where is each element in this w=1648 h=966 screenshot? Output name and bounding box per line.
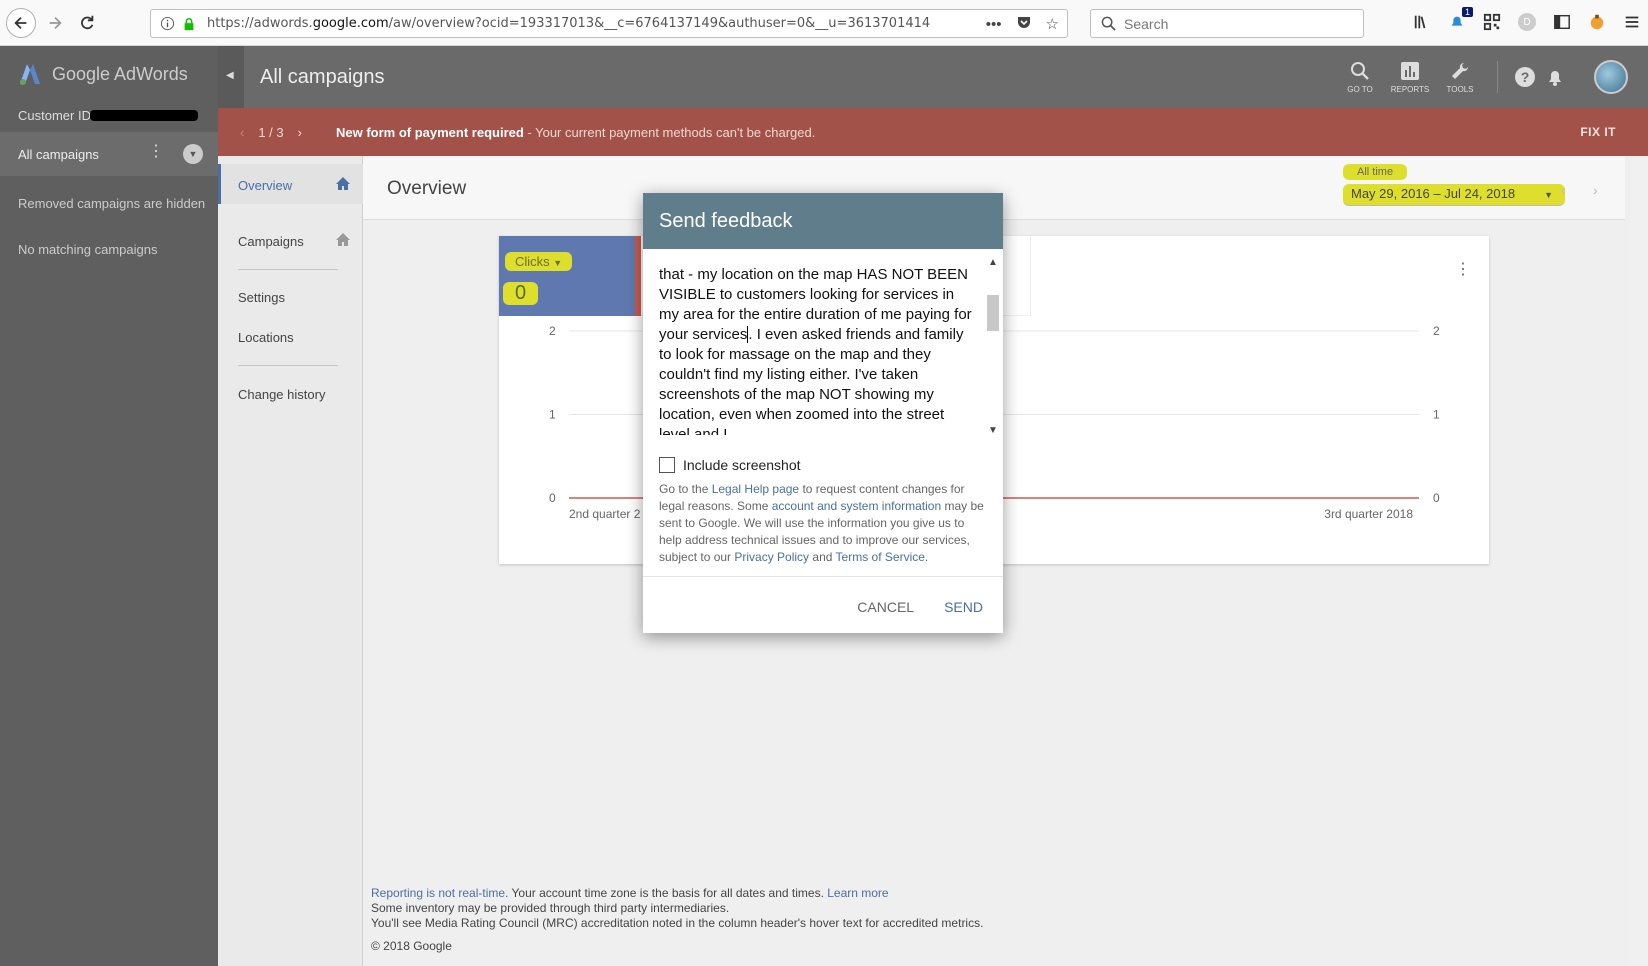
send-button[interactable]: SEND (944, 599, 983, 615)
back-button[interactable] (6, 8, 36, 38)
include-screenshot-row[interactable]: Include screenshot (659, 457, 801, 473)
page-actions-icon[interactable]: ••• (986, 16, 1002, 33)
hamburger-menu-icon[interactable] (1622, 12, 1642, 32)
privacy-policy-link[interactable]: Privacy Policy (734, 550, 809, 564)
dialog-title: Send feedback (643, 193, 1003, 249)
lock-icon (181, 16, 197, 32)
extension-d-icon[interactable]: D (1517, 12, 1537, 32)
pocket-icon[interactable] (1016, 14, 1032, 34)
forward-button[interactable] (40, 8, 70, 38)
cancel-button[interactable]: CANCEL (857, 599, 914, 615)
info-icon[interactable] (159, 16, 175, 32)
send-feedback-dialog: Send feedback that - my location on the … (643, 193, 1003, 633)
feedback-textarea[interactable]: that - my location on the map HAS NOT BE… (659, 265, 977, 435)
dialog-divider (643, 576, 1003, 577)
notification-extension-icon[interactable]: 1 (1447, 7, 1473, 32)
reload-button[interactable] (72, 8, 102, 38)
legal-help-link[interactable]: Legal Help page (712, 482, 799, 496)
terms-of-service-link[interactable]: Terms of Service (836, 550, 925, 564)
browser-toolbar: https://adwords.google.com/aw/overview?o… (0, 0, 1648, 46)
reload-icon (81, 15, 94, 30)
include-screenshot-checkbox[interactable] (659, 457, 675, 473)
extension-orange-icon[interactable] (1587, 12, 1607, 32)
sidebar-toggle-icon[interactable] (1552, 12, 1572, 32)
bookmark-star-icon[interactable]: ☆ (1046, 15, 1059, 33)
library-icon[interactable] (1412, 12, 1432, 32)
url-bar[interactable]: https://adwords.google.com/aw/overview?o… (150, 9, 1068, 38)
browser-search-input[interactable]: Search (1090, 9, 1364, 38)
qr-code-icon[interactable] (1482, 12, 1502, 32)
arrow-left-icon (14, 16, 27, 30)
search-icon (1101, 16, 1116, 31)
scroll-down-icon[interactable]: ▼ (988, 425, 998, 436)
scroll-thumb[interactable] (987, 295, 999, 331)
textarea-scrollbar[interactable]: ▲ ▼ (985, 253, 1001, 439)
notification-badge: 1 (1461, 7, 1473, 17)
arrow-right-icon (49, 16, 62, 30)
legal-notice: Go to the Legal Help page to request con… (659, 482, 984, 564)
account-info-link[interactable]: account and system information (772, 499, 941, 513)
url-text: https://adwords.google.com/aw/overview?o… (207, 16, 931, 31)
scroll-up-icon[interactable]: ▲ (988, 257, 998, 268)
